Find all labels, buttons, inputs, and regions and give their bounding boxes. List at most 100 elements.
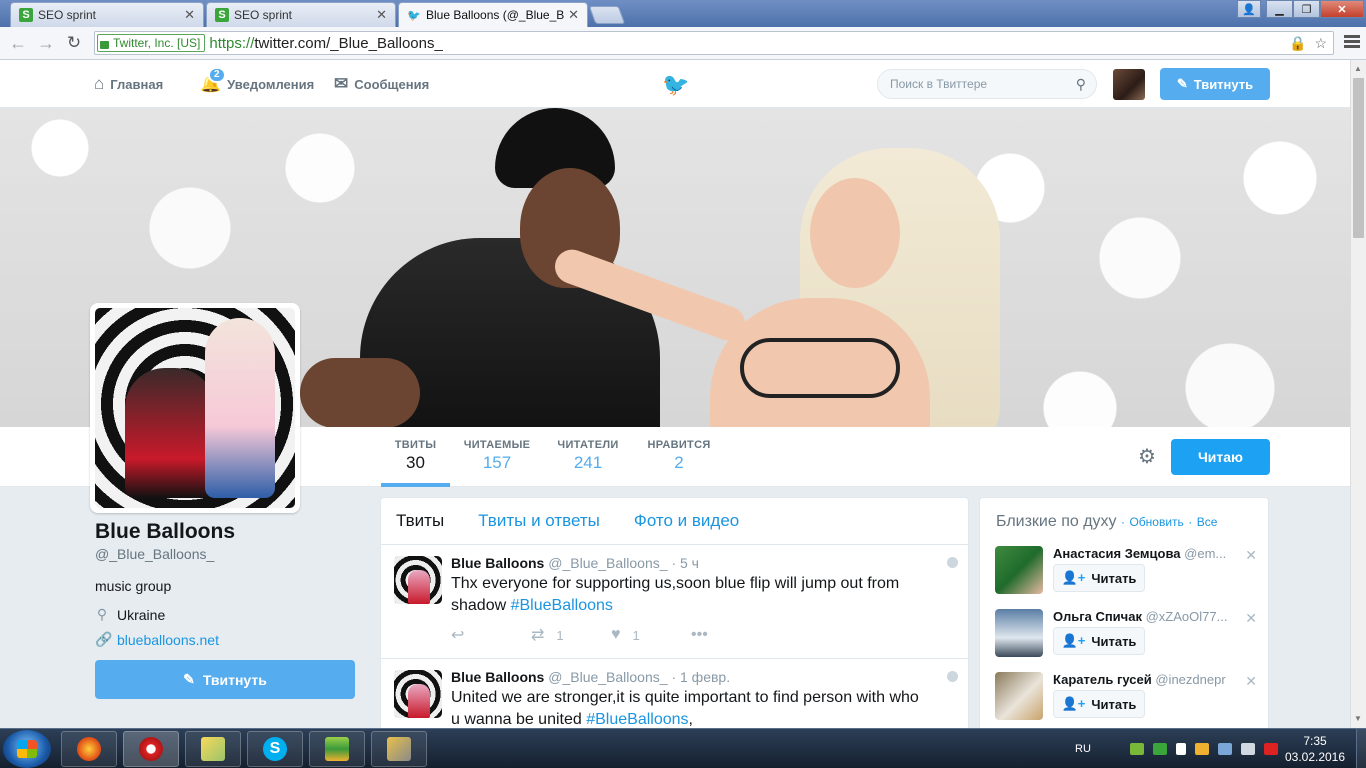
back-icon[interactable]: ← xyxy=(4,33,32,54)
suggestion-name[interactable]: Ольга Спичак @xZAoOl77... xyxy=(1053,609,1243,624)
chrome-menu-icon[interactable] xyxy=(1344,35,1360,50)
profile-handle[interactable]: @_Blue_Balloons_ xyxy=(95,546,355,562)
suggestion-name[interactable]: Каратель гусей @inezdnepr xyxy=(1053,672,1243,687)
dismiss-icon[interactable]: ✕ xyxy=(1245,547,1257,564)
nav-home[interactable]: ⌂ Главная xyxy=(94,74,163,94)
tweet-item[interactable]: Blue Balloons @_Blue_Balloons_ · 5 ч Thx… xyxy=(381,545,968,659)
windows-logo-icon xyxy=(17,740,37,758)
suggestion-name[interactable]: Анастасия Земцова @em... xyxy=(1053,546,1243,561)
tray-app-icon[interactable] xyxy=(1263,743,1278,755)
taskbar-explorer[interactable] xyxy=(185,731,241,767)
language-indicator[interactable]: RU xyxy=(1075,743,1091,755)
page-scrollbar[interactable]: ▲ ▼ xyxy=(1350,60,1366,728)
search-input[interactable] xyxy=(890,77,1076,91)
suggestion-avatar[interactable] xyxy=(995,672,1043,720)
taskbar-skype[interactable]: S xyxy=(247,731,303,767)
network-icon[interactable] xyxy=(1217,743,1232,755)
reply-button[interactable]: ↩ xyxy=(451,625,531,645)
twitter-logo-icon[interactable]: 🐦 xyxy=(662,72,689,98)
browser-tab-twitter[interactable]: 🐦 Blue Balloons (@_Blue_Bal ✕ xyxy=(398,2,588,27)
tab-tweets[interactable]: Твиты xyxy=(396,511,444,531)
profile-name[interactable]: Blue Balloons xyxy=(95,520,355,544)
follow-suggestion-button[interactable]: 👤+ Читать xyxy=(1053,690,1145,718)
like-button[interactable]: ♥ 1 xyxy=(611,625,691,645)
profile-avatar[interactable] xyxy=(90,303,300,513)
tweet-author-handle[interactable]: @_Blue_Balloons_ xyxy=(548,669,667,685)
taskbar-keys-app[interactable] xyxy=(371,731,427,767)
tweet-to-button[interactable]: ✎ Твитнуть xyxy=(95,660,355,699)
tweet-item[interactable]: Blue Balloons @_Blue_Balloons_ · 1 февр.… xyxy=(381,659,968,736)
minimize-button[interactable]: ▁ xyxy=(1266,0,1293,18)
gear-icon[interactable]: ⚙ xyxy=(1138,444,1156,469)
tweet-menu-icon[interactable] xyxy=(947,557,958,568)
ev-certificate-badge[interactable]: Twitter, Inc. [US] xyxy=(97,34,206,52)
taskbar-bluestacks[interactable] xyxy=(309,731,365,767)
dismiss-icon[interactable]: ✕ xyxy=(1245,610,1257,627)
tab-media[interactable]: Фото и видео xyxy=(634,511,739,531)
account-avatar[interactable] xyxy=(1113,69,1145,100)
follow-suggestion-button[interactable]: 👤+ Читать xyxy=(1053,564,1145,592)
suggestion-avatar[interactable] xyxy=(995,609,1043,657)
nav-messages[interactable]: ✉ Сообщения xyxy=(334,74,429,94)
tray-app-icon[interactable] xyxy=(1129,743,1144,755)
page-lock-icon[interactable]: 🔒 xyxy=(1289,35,1306,52)
hashtag-link[interactable]: #BlueBalloons xyxy=(511,597,613,614)
retweet-button[interactable]: ⇄ 1 xyxy=(531,625,611,645)
close-window-button[interactable]: ✕ xyxy=(1320,0,1364,18)
reload-icon[interactable]: ↻ xyxy=(60,33,88,53)
taskbar-chrome[interactable] xyxy=(123,731,179,767)
close-tab-icon[interactable]: ✕ xyxy=(376,7,387,23)
tweet-author-name[interactable]: Blue Balloons xyxy=(451,555,544,571)
following-button[interactable]: Читаю xyxy=(1171,439,1270,475)
tweet-timestamp[interactable]: 1 февр. xyxy=(680,669,730,685)
stat-likes[interactable]: НРАВИТСЯ 2 xyxy=(646,439,712,473)
user-profile-icon[interactable]: 👤 xyxy=(1237,0,1261,18)
tweet-avatar[interactable] xyxy=(394,670,442,718)
tweet-avatar[interactable] xyxy=(394,556,442,604)
search-icon[interactable]: ⚲ xyxy=(1076,76,1086,93)
suggestion-item: Анастасия Земцова @em... 👤+ Читать ✕ xyxy=(995,546,1265,598)
close-tab-icon[interactable]: ✕ xyxy=(184,7,195,23)
scroll-down-icon[interactable]: ▼ xyxy=(1354,714,1362,723)
refresh-link[interactable]: Обновить xyxy=(1129,515,1183,529)
follow-suggestion-button[interactable]: 👤+ Читать xyxy=(1053,627,1145,655)
tweet-author-name[interactable]: Blue Balloons xyxy=(451,669,544,685)
tweet-author-handle[interactable]: @_Blue_Balloons_ xyxy=(548,555,667,571)
tweet-text: Thx everyone for supporting us,soon blue… xyxy=(451,573,921,617)
close-tab-icon[interactable]: ✕ xyxy=(568,7,579,23)
start-button[interactable] xyxy=(3,730,51,768)
show-desktop-button[interactable] xyxy=(1356,729,1366,768)
stat-followers[interactable]: ЧИТАТЕЛИ 241 xyxy=(555,439,621,473)
warning-icon[interactable] xyxy=(1194,743,1209,755)
tab-tweets-replies[interactable]: Твиты и ответы xyxy=(478,511,600,531)
volume-icon[interactable] xyxy=(1240,743,1255,755)
new-tab-button[interactable] xyxy=(588,6,626,24)
seosprint-icon: S xyxy=(215,8,229,22)
view-all-link[interactable]: Все xyxy=(1197,515,1218,529)
browser-tab-seosprint-1[interactable]: S SEO sprint ✕ xyxy=(10,2,204,27)
profile-website-link[interactable]: blueballoons.net xyxy=(117,632,219,648)
address-bar[interactable]: Twitter, Inc. [US] https://twitter.com/_… xyxy=(94,31,1334,55)
timeline-tabs: Твиты Твиты и ответы Фото и видео xyxy=(381,498,968,545)
bookmark-star-icon[interactable]: ☆ xyxy=(1314,35,1327,52)
maximize-button[interactable]: ❐ xyxy=(1293,0,1320,18)
stat-following[interactable]: ЧИТАЕМЫЕ 157 xyxy=(463,439,531,473)
browser-tab-seosprint-2[interactable]: S SEO sprint ✕ xyxy=(206,2,396,27)
stat-tweets[interactable]: ТВИТЫ 30 xyxy=(381,439,450,487)
tweet-menu-icon[interactable] xyxy=(947,671,958,682)
taskbar-firefox[interactable] xyxy=(61,731,117,767)
tray-app-icon[interactable] xyxy=(1152,743,1167,755)
tweet-timestamp[interactable]: 5 ч xyxy=(680,555,699,571)
hashtag-link[interactable]: #BlueBalloons xyxy=(586,711,688,728)
scrollbar-thumb[interactable] xyxy=(1353,78,1364,238)
compose-tweet-button[interactable]: ✎ Твитнуть xyxy=(1160,68,1270,100)
forward-icon[interactable]: → xyxy=(32,33,60,54)
scroll-up-icon[interactable]: ▲ xyxy=(1354,64,1362,73)
system-clock[interactable]: 7:35 03.02.2016 xyxy=(1280,733,1350,765)
dismiss-icon[interactable]: ✕ xyxy=(1245,673,1257,690)
suggestion-avatar[interactable] xyxy=(995,546,1043,594)
flag-icon[interactable] xyxy=(1175,743,1186,755)
nav-notifications[interactable]: 🔔 2 Уведомления xyxy=(200,67,314,94)
more-button[interactable]: ••• xyxy=(691,625,708,645)
url-text[interactable]: https://twitter.com/_Blue_Balloons_ xyxy=(209,35,442,52)
